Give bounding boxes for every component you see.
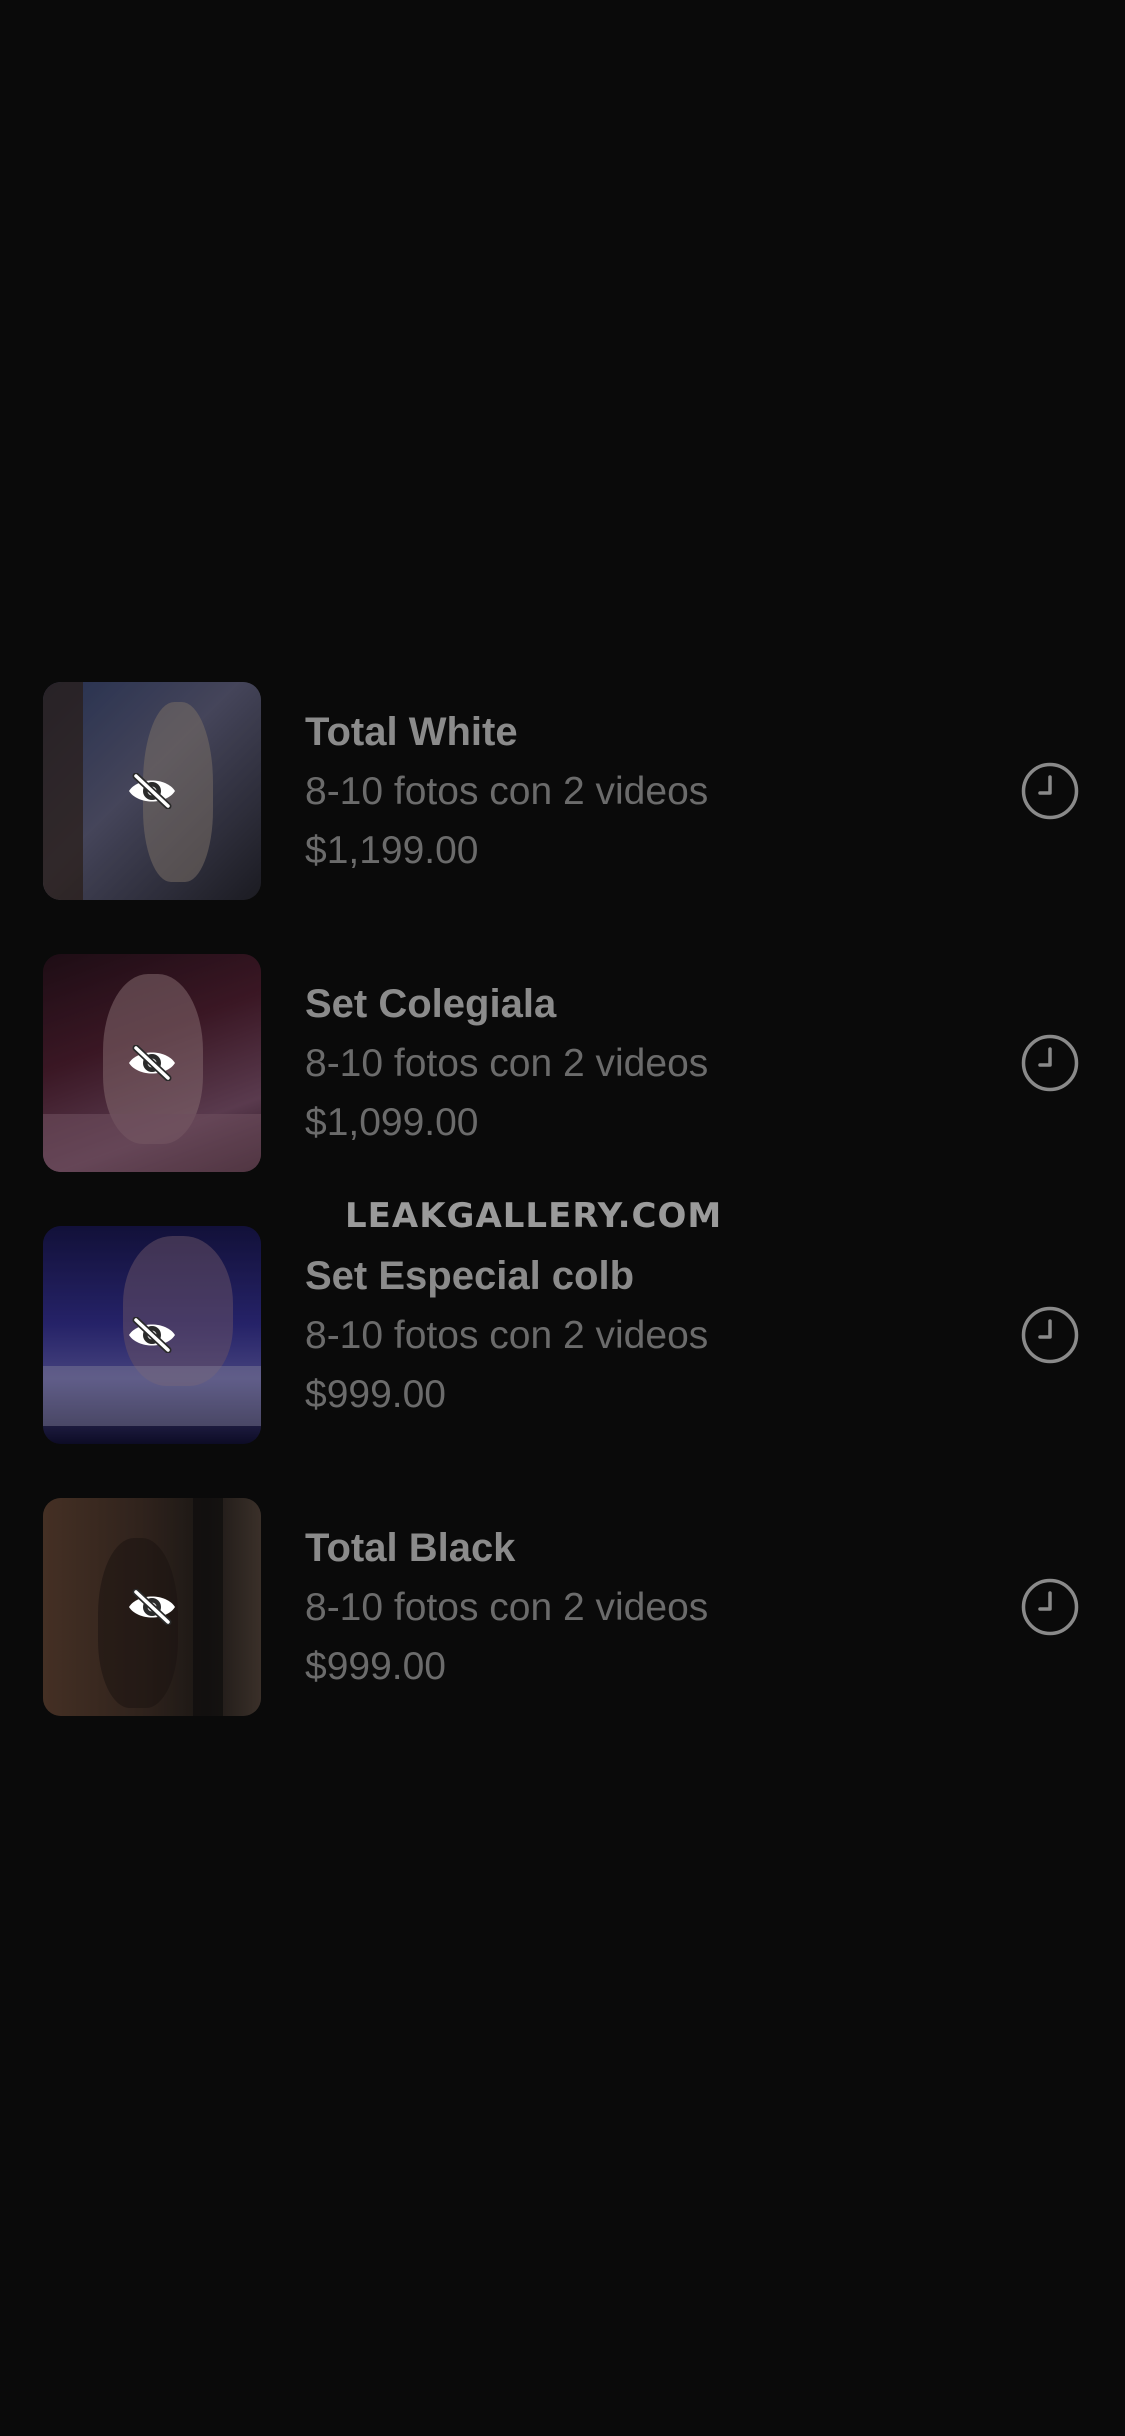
list-item[interactable]: Total White 8-10 fotos con 2 videos $1,1… xyxy=(0,682,1125,902)
list-item[interactable]: Set Colegiala 8-10 fotos con 2 videos $1… xyxy=(0,954,1125,1174)
eye-slash-icon xyxy=(129,1317,175,1353)
list-item[interactable]: Set Especial colb 8-10 fotos con 2 video… xyxy=(0,1226,1125,1446)
item-price: $1,099.00 xyxy=(305,1101,479,1144)
eye-slash-icon xyxy=(129,773,175,809)
item-title: Set Colegiala xyxy=(305,982,557,1026)
item-title: Total White xyxy=(305,710,518,754)
clock-icon[interactable] xyxy=(1021,1306,1079,1364)
item-description: 8-10 fotos con 2 videos xyxy=(305,1586,709,1629)
item-description: 8-10 fotos con 2 videos xyxy=(305,770,709,813)
eye-slash-icon xyxy=(129,1589,175,1625)
list-item[interactable]: Total Black 8-10 fotos con 2 videos $999… xyxy=(0,1498,1125,1718)
eye-slash-icon xyxy=(129,1045,175,1081)
item-price: $1,199.00 xyxy=(305,829,479,872)
watermark-text: LEAKGALLERY.COM xyxy=(345,1196,723,1236)
clock-icon[interactable] xyxy=(1021,1578,1079,1636)
item-price: $999.00 xyxy=(305,1373,446,1416)
item-description: 8-10 fotos con 2 videos xyxy=(305,1042,709,1085)
item-price: $999.00 xyxy=(305,1645,446,1688)
item-thumbnail[interactable] xyxy=(43,1498,261,1716)
item-description: 8-10 fotos con 2 videos xyxy=(305,1314,709,1357)
clock-icon[interactable] xyxy=(1021,1034,1079,1092)
item-thumbnail[interactable] xyxy=(43,682,261,900)
item-thumbnail[interactable] xyxy=(43,1226,261,1444)
clock-icon[interactable] xyxy=(1021,762,1079,820)
item-title: Total Black xyxy=(305,1526,516,1570)
item-title: Set Especial colb xyxy=(305,1254,635,1298)
item-thumbnail[interactable] xyxy=(43,954,261,1172)
